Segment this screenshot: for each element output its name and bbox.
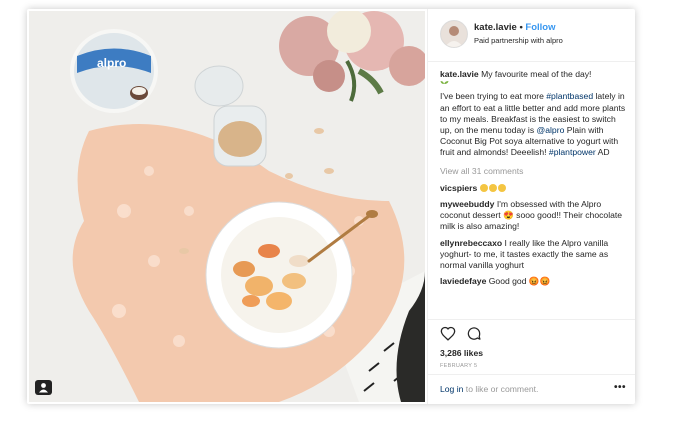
comment-icon[interactable] [466, 326, 482, 341]
comment-item: ellynrebeccaxo I really like the Alpro v… [440, 238, 628, 272]
separator-dot: • [519, 22, 523, 33]
login-prompt: Log in to like or comment. [440, 384, 538, 394]
login-link[interactable]: Log in [440, 384, 463, 394]
login-prompt-text: to like or comment. [463, 384, 539, 394]
more-options-icon[interactable]: ••• [614, 382, 626, 393]
tag-user-icon[interactable] [35, 380, 52, 395]
smiley-emoji-icon [479, 183, 488, 192]
view-all-comments-link[interactable]: View all 31 comments [440, 166, 628, 177]
username-link[interactable]: kate.lavie [474, 22, 517, 33]
smiley-emoji-icon [497, 183, 506, 192]
likes-count[interactable]: 3,286 likes [440, 348, 483, 358]
post-date: FEBRUARY 5 [440, 363, 478, 369]
seedling-emoji-icon [440, 81, 449, 89]
comment-item: myweebuddy I'm obsessed with the Alpro c… [440, 199, 628, 233]
post-photo[interactable]: alpro [29, 11, 425, 402]
instagram-post-card: alpro kate.lavie • Follow Paid partnersh… [27, 9, 635, 404]
brand-text: alpro [97, 56, 126, 70]
post-sidebar: kate.lavie • Follow Paid partnership wit… [427, 9, 635, 404]
caption-text-4: AD [595, 147, 610, 158]
comment-username[interactable]: vicspiers [440, 183, 477, 193]
comment-username[interactable]: laviedefaye [440, 276, 486, 286]
comment-username[interactable]: ellynrebeccaxo [440, 238, 502, 248]
post-header: kate.lavie • Follow Paid partnership wit… [428, 9, 635, 62]
post-actions: 3,286 likes FEBRUARY 5 [428, 319, 635, 375]
hashtag-plantbased-link[interactable]: #plantbased [546, 91, 593, 101]
comment-text: Good god 😡😡 [486, 276, 551, 287]
follow-button[interactable]: Follow [525, 22, 555, 33]
heart-icon[interactable] [440, 326, 456, 341]
caption: kate.lavie My favourite meal of the day!… [440, 69, 628, 159]
hashtag-plantpower-link[interactable]: #plantpower [549, 147, 596, 157]
caption-username[interactable]: kate.lavie [440, 69, 479, 79]
avatar[interactable] [440, 20, 468, 48]
comments-area: kate.lavie My favourite meal of the day!… [440, 69, 628, 292]
comment-item: vicspiers [440, 183, 628, 194]
mention-alpro-link[interactable]: @alpro [537, 125, 565, 135]
photo-illustration: alpro [29, 11, 425, 402]
caption-text-1: I've been trying to eat more [440, 91, 547, 102]
comment-username[interactable]: myweebuddy [440, 199, 494, 209]
paid-partnership-text[interactable]: Paid partnership with alpro [474, 36, 563, 45]
smiley-emoji-icon [488, 183, 497, 192]
post-footer: Log in to like or comment. ••• [428, 374, 635, 404]
header-line: kate.lavie • Follow [474, 22, 555, 33]
caption-line1: My favourite meal of the day! [481, 69, 592, 79]
comment-item: laviedefaye Good god 😡😡 [440, 276, 628, 287]
